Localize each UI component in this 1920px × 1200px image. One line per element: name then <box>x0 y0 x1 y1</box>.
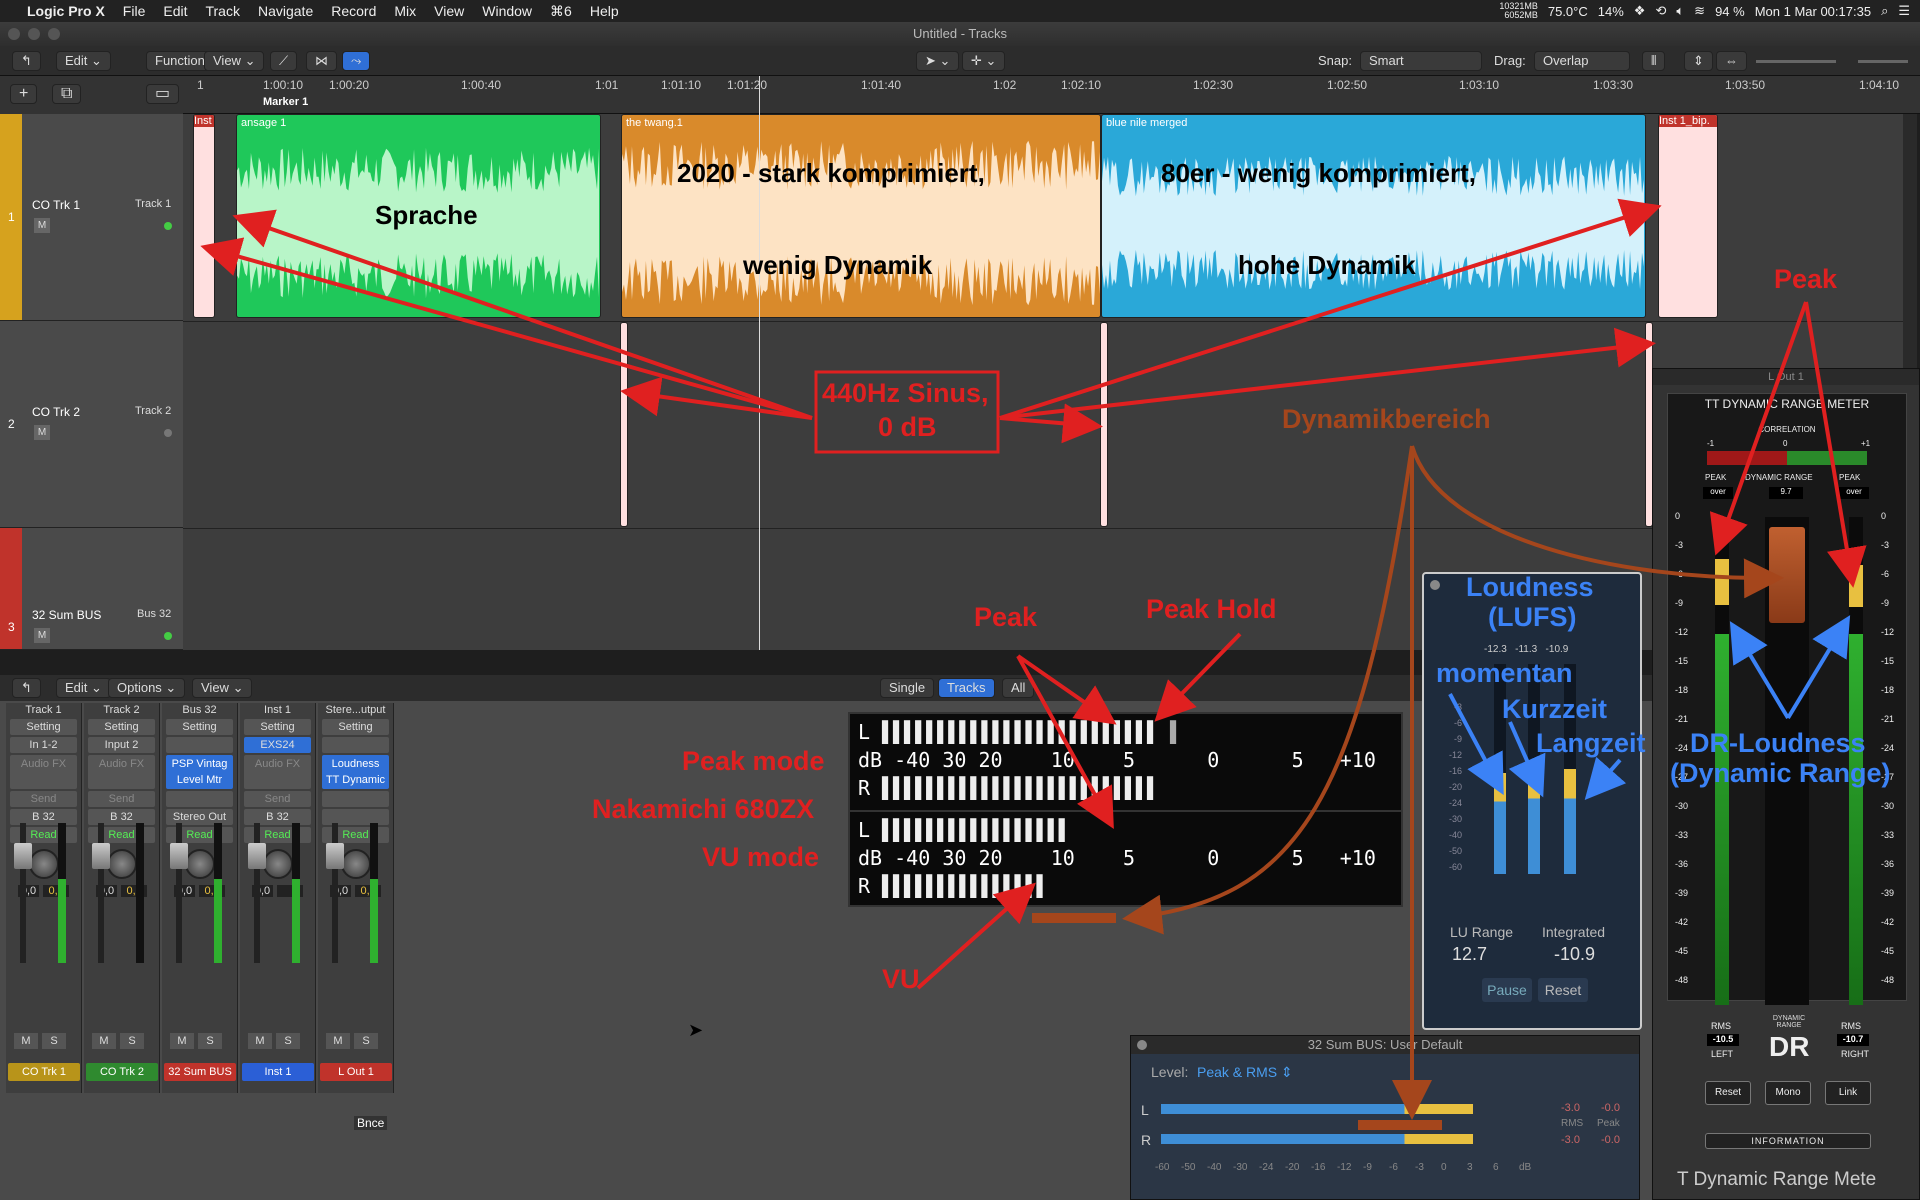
annotation-peak-hold: Peak Hold <box>1146 594 1277 624</box>
annotation-momentan: momentan <box>1436 658 1573 688</box>
annotation-drloud-b: (Dynamic Range) <box>1670 758 1891 788</box>
annotation-peak-mid: Peak <box>974 602 1038 632</box>
annotation-peak-mode: Peak mode <box>682 746 825 776</box>
annotation-langzeit: Langzeit <box>1536 728 1646 758</box>
annotation-kurzzeit: Kurzzeit <box>1502 694 1608 724</box>
mouse-cursor: ➤ <box>688 1020 704 1040</box>
vu-dynamic-range-marker <box>1032 913 1116 923</box>
annotation-vu-mode: VU mode <box>702 842 820 872</box>
annotation-vu: VU <box>882 964 920 994</box>
level-dynamic-range-marker <box>1358 1120 1442 1130</box>
bounce-button[interactable]: Bnce <box>354 1116 388 1130</box>
annotation-loudness-b: (LUFS) <box>1488 602 1577 632</box>
annotation-drloud-a: DR-Loudness <box>1690 728 1866 758</box>
annotation-sinus-a: 440Hz Sinus, <box>822 378 989 408</box>
annotation-arrows <box>200 198 1867 1130</box>
annotation-sinus-b: 0 dB <box>878 412 937 442</box>
annotation-nakamichi: Nakamichi 680ZX <box>592 794 815 824</box>
annotation-peak-top: Peak <box>1774 264 1838 294</box>
annotation-dynamikbereich: Dynamikbereich <box>1282 404 1491 434</box>
annotation-loudness-a: Loudness <box>1466 572 1594 602</box>
